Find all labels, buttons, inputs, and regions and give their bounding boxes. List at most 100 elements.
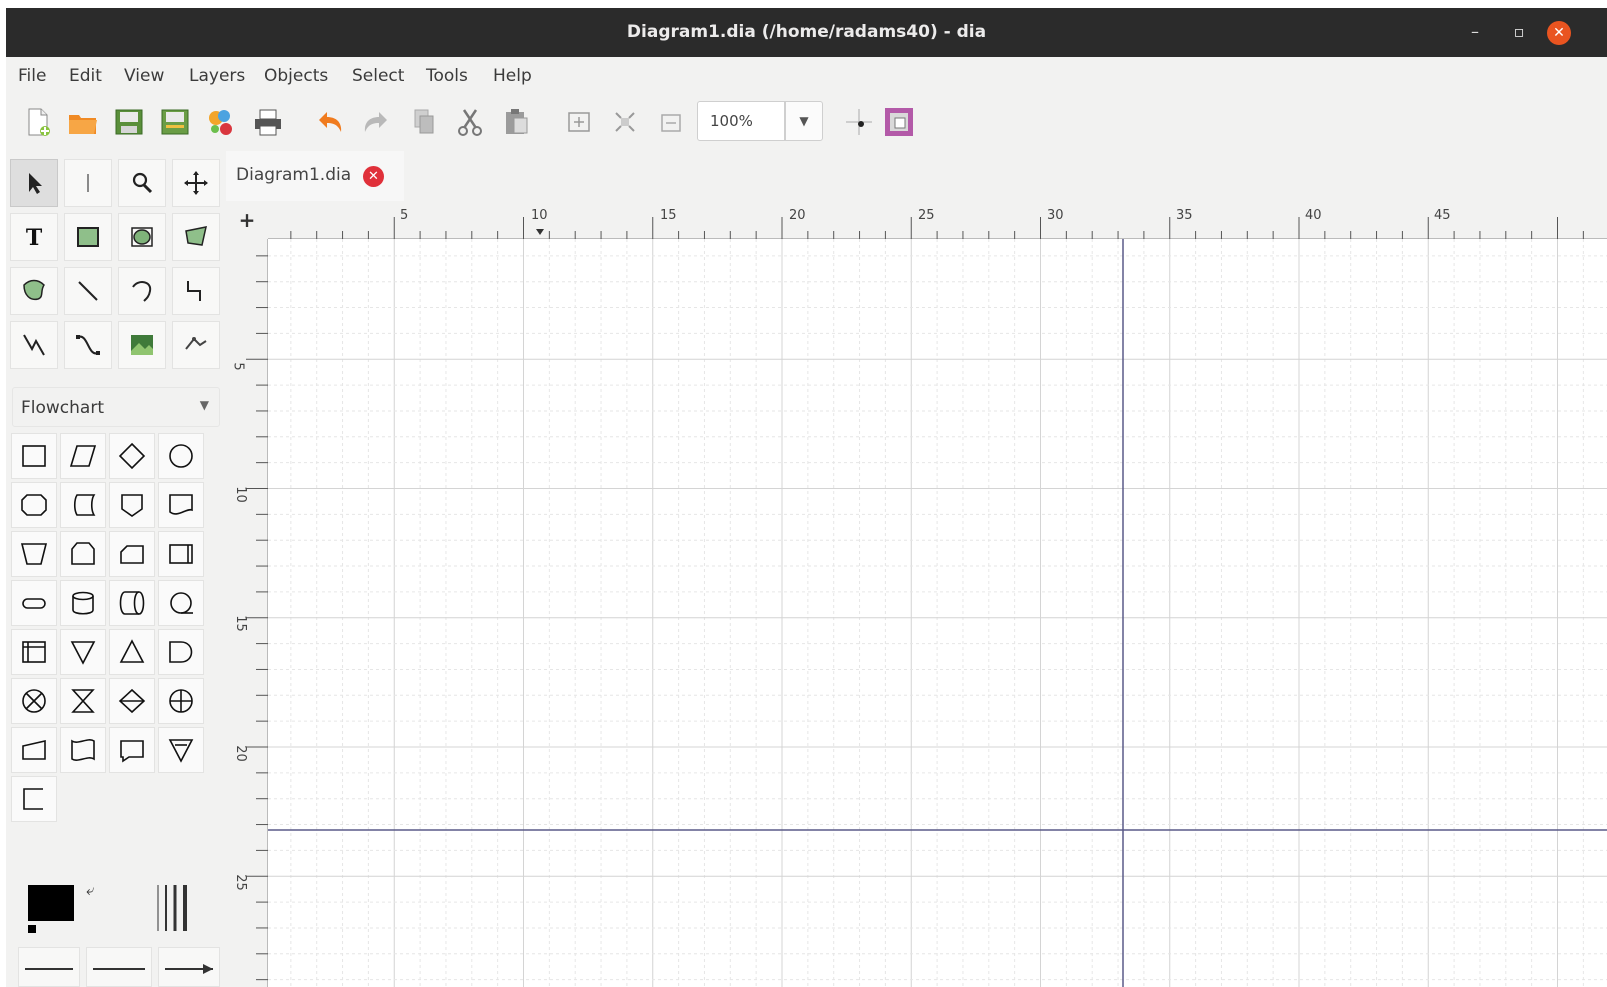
shape-extract[interactable] (109, 629, 155, 675)
zoom-tool[interactable] (118, 159, 166, 207)
polyline-tool[interactable] (10, 321, 58, 369)
tab-close-icon[interactable]: ✕ (363, 166, 384, 187)
shape-decision[interactable] (109, 433, 155, 479)
menu-objects[interactable]: Objects (264, 66, 328, 86)
shape-terminal[interactable] (11, 580, 57, 626)
line-width-icon[interactable] (154, 883, 200, 933)
shape-magnetic-disk[interactable] (60, 580, 106, 626)
shape-predefined-process[interactable] (158, 531, 204, 577)
save-icon[interactable] (112, 105, 146, 139)
shape-stored-data[interactable] (60, 482, 106, 528)
scroll-tool[interactable] (172, 159, 220, 207)
hruler-label: 45 (1434, 208, 1451, 223)
shape-annotation[interactable] (11, 776, 57, 822)
minimize-button[interactable]: – (1464, 21, 1486, 43)
menu-view[interactable]: View (124, 66, 164, 86)
zoom-out-icon[interactable] (654, 105, 688, 139)
polygon-icon (185, 226, 207, 246)
print-icon[interactable] (251, 105, 285, 139)
box-tool[interactable] (64, 213, 112, 261)
outline-tool[interactable] (172, 321, 220, 369)
line-style-area (14, 947, 226, 987)
shape-loop-limit[interactable] (60, 531, 106, 577)
shape-sort[interactable] (109, 678, 155, 724)
menu-tools[interactable]: Tools (426, 66, 468, 86)
ellipse-icon (131, 227, 153, 247)
foreground-colour[interactable] (28, 885, 74, 921)
shape-internal-storage[interactable] (11, 629, 57, 675)
start-arrow-selector[interactable] (18, 947, 80, 987)
move-arrows-icon (184, 171, 208, 195)
image-tool[interactable] (118, 321, 166, 369)
menu-file[interactable]: File (18, 66, 46, 86)
pointer-tool[interactable] (10, 159, 58, 207)
shape-or[interactable] (158, 678, 204, 724)
ruler-origin-button[interactable]: + (226, 201, 268, 239)
shape-connector[interactable] (158, 433, 204, 479)
pointer-icon (29, 173, 42, 194)
shape-preparation[interactable] (11, 482, 57, 528)
main-toolbar: 100% ▼ (6, 93, 1607, 151)
shape-punched-tape[interactable] (60, 727, 106, 773)
arc-icon (132, 281, 152, 302)
shape-manual-operation[interactable] (11, 531, 57, 577)
paste-icon[interactable] (499, 105, 533, 139)
shape-collate[interactable] (60, 678, 106, 724)
hruler-label: 5 (400, 208, 409, 223)
copy-icon[interactable] (407, 105, 441, 139)
horizontal-ruler[interactable]: 5 10 15 20 25 30 35 40 45 (268, 201, 1607, 239)
snap-to-grid-icon[interactable] (842, 105, 876, 139)
vertical-ruler[interactable]: 5 10 15 20 25 (226, 239, 268, 987)
polyline-icon (23, 334, 45, 356)
object-snap-icon[interactable] (882, 105, 916, 139)
menu-edit[interactable]: Edit (69, 66, 102, 86)
new-document-icon[interactable] (21, 105, 55, 139)
shape-merge[interactable] (60, 629, 106, 675)
menu-layers[interactable]: Layers (189, 66, 245, 86)
text-edit-tool[interactable] (64, 159, 112, 207)
zoom-combo-input[interactable]: 100% (697, 101, 785, 141)
cut-icon[interactable] (453, 105, 487, 139)
line-style-selector[interactable] (86, 947, 152, 987)
save-as-icon[interactable] (158, 105, 192, 139)
menu-help[interactable]: Help (493, 66, 532, 86)
arc-tool[interactable] (118, 267, 166, 315)
open-folder-icon[interactable] (66, 105, 100, 139)
dia-window: Diagram1.dia (/home/radams40) - dia – ▫ … (6, 8, 1607, 987)
diagram-canvas[interactable] (268, 239, 1607, 987)
ruler-position-marker (536, 229, 544, 235)
close-button[interactable]: ✕ (1547, 21, 1571, 45)
shape-offline-storage[interactable] (158, 727, 204, 773)
shape-manual-input[interactable] (11, 727, 57, 773)
export-icon[interactable] (204, 105, 238, 139)
shape-delay[interactable] (158, 629, 204, 675)
line-tool[interactable] (64, 267, 112, 315)
default-colours-icon[interactable] (28, 925, 36, 933)
shape-sequential-data[interactable] (158, 580, 204, 626)
shape-process[interactable] (11, 433, 57, 479)
shape-summing-junction[interactable] (11, 678, 57, 724)
zoom-dropdown-button[interactable]: ▼ (785, 101, 823, 141)
shape-input-output[interactable] (60, 433, 106, 479)
shape-card[interactable] (109, 531, 155, 577)
shape-document[interactable] (158, 482, 204, 528)
bezier-line-tool[interactable] (64, 321, 112, 369)
redo-icon[interactable] (359, 105, 393, 139)
beziergon-tool[interactable] (10, 267, 58, 315)
zigzag-line-tool[interactable] (172, 267, 220, 315)
shape-offpage-connector[interactable] (109, 482, 155, 528)
menu-select[interactable]: Select (352, 66, 404, 86)
zoom-in-icon[interactable] (562, 105, 596, 139)
swap-colours-icon[interactable]: ⤶ (86, 881, 94, 899)
sheet-selector[interactable]: Flowchart ▼ (12, 387, 220, 427)
maximize-button[interactable]: ▫ (1508, 21, 1530, 43)
tab-diagram1[interactable]: Diagram1.dia ✕ (226, 151, 404, 201)
polygon-tool[interactable] (172, 213, 220, 261)
text-tool[interactable]: T (10, 213, 58, 261)
end-arrow-selector[interactable] (158, 947, 220, 987)
ellipse-tool[interactable] (118, 213, 166, 261)
shape-direct-access-storage[interactable] (109, 580, 155, 626)
undo-icon[interactable] (313, 105, 347, 139)
zoom-fit-icon[interactable] (608, 105, 642, 139)
shape-display[interactable] (109, 727, 155, 773)
